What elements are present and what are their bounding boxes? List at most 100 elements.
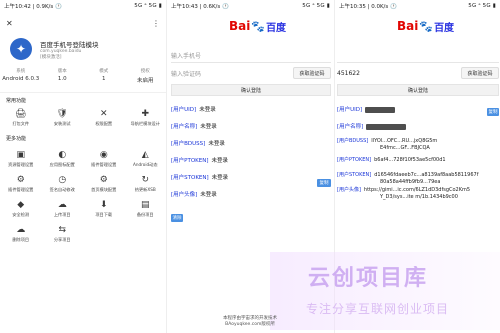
row-stoken: [用户STOKEN] d16546fdaeeb7c...a8139af8aab58… [337,172,479,178]
status-time: 上午10:35 | 0.0K/s 🕐 [339,3,397,10]
app-package: com.yuqkee.baidu [模块激活] [40,49,81,61]
status-bar: 上午10:42 | 0.9K/s 🕐 5G ᵃ 5G ▮ [0,0,166,11]
app-header: ✕ ⋮ [0,11,166,35]
copy-button[interactable]: 复制 [317,179,331,187]
status-time: 上午10:43 | 0.6K/s 🕐 [171,3,229,10]
close-icon[interactable]: ✕ [6,19,13,28]
grid-item-label: 首页模块配置 [91,187,117,192]
get-code-button[interactable]: 获取验证码 [461,67,499,79]
stat-system: 系统 Android 6.0.3 [2,69,40,82]
row-name: [用户名称] [337,122,409,130]
grid-item-label: 打包文件 [12,121,30,126]
grid-item-label: 安全检测 [12,212,30,217]
copy-button[interactable]: 复制 [487,108,499,116]
history-icon: ◷ [58,174,67,185]
baidu-logo: Bai 🐾 百度 [229,19,287,34]
status-bar: 上午10:35 | 0.0K/s 🕐 5G ᵃ 5G ▮ [335,0,500,11]
grid-item[interactable]: ☁ 删除项目 [0,224,42,249]
gear-icon: ⚙ [99,174,108,185]
more-grid: ▣ 资源管理设置 ◐ 应用图标配置 ◉ 插件管理设置 ◭ Android动态 ⚙ 插件管理设置 ◷ 签… [0,149,166,249]
row-bduss: [用户BDUSS] 未登录 [171,141,225,147]
more-icon[interactable]: ⋮ [152,19,160,28]
common-grid: 🖨 打包文件 🛡 安装测试 ✕ 权限配置 ✚ 导航栏模块设计 [0,108,166,133]
grid-item[interactable]: ↻ 热更新XSB [125,174,167,199]
clear-button[interactable]: 清除 [171,214,183,222]
redacted-value [365,106,396,113]
footer: 本程序由宇宙求的开发技术 BAoyuqkee.com版权所 [166,316,334,328]
tools-icon: ✕ [99,108,108,119]
grid-item[interactable]: 🛡 安装测试 [42,108,84,133]
status-time: 上午10:42 | 0.9K/s 🕐 [4,3,62,10]
grid-item[interactable]: ◉ 插件管理设置 [83,149,125,174]
grid-item-label: 删除项目 [12,237,30,242]
grid-item-label: 热更新XSB [134,187,156,192]
section-common: 常用功能 [6,98,27,104]
download-icon: ⬇ [99,199,108,210]
phone-input[interactable]: 输入手机号 [171,49,331,63]
row-bduss-cont: E4fmc...GF...FBJCQA [380,145,430,151]
grid-item-label: 资源管理设置 [8,162,34,167]
module-info-panel: 上午10:42 | 0.9K/s 🕐 5G ᵃ 5G ▮ ✕ ⋮ ✦ 百度手机号… [0,0,166,333]
refresh-icon: ↻ [141,174,150,185]
get-code-button[interactable]: 获取验证码 [293,67,331,79]
gamepad-icon: ◉ [99,149,108,160]
grid-item-label: 分享项目 [53,237,71,242]
login-button[interactable]: 确认登陆 [171,84,331,96]
row-avatar: [用户头像] https://gimi...ic.com/6LZ1dD3dfsgC… [337,187,471,193]
print-icon: 🖨 [15,108,27,119]
row-avatar-cont: Y_D3/sys...ite m/1b.1434b9c00 [380,194,458,200]
grid-item-label: 项目下载 [95,212,113,217]
shield-icon: 🛡 [56,108,68,119]
stat-version: 版本 1.0 [57,69,67,82]
grid-item[interactable]: ◷ 签名自动修改 [42,174,84,199]
row-ptoken: [用户PTOKEN] 未登录 [171,158,229,164]
grid-item-label: 备份项目 [136,212,154,217]
puzzle-icon: ✚ [141,108,150,119]
grid-item[interactable]: 🖨 打包文件 [0,108,42,133]
security-icon: ◆ [17,199,25,210]
stat-mode: 模式 1 [99,69,109,82]
grid-item[interactable]: ✚ 导航栏模块设计 [125,108,167,133]
grid-item[interactable]: ◆ 安全检测 [0,199,42,224]
code-input[interactable]: 输入验证码 [171,66,291,80]
grid-item[interactable]: ⇆ 分享项目 [42,224,84,249]
status-signal: 5G ᵃ 5G ▮ [302,2,330,9]
row-stoken: [用户STOKEN] 未登录 [171,175,229,181]
grid-item[interactable]: ▣ 资源管理设置 [0,149,42,174]
module-status: [模块激活] [40,55,62,60]
share-icon: ⇆ [58,224,67,235]
settings-icon: ⚙ [16,174,25,185]
cloud-icon: ☁ [16,224,26,235]
row-bduss: [用户BDUSS] IlYOl...OFC...RU...jxQ8G5m [337,138,438,144]
watermark-title: 云创项目库 [308,266,429,291]
row-name: [用户名称] 未登录 [171,124,217,130]
redacted-value [366,123,407,130]
grid-item[interactable]: ◭ Android动态 [125,149,167,174]
grid-item-label: 权限配置 [95,121,113,126]
baidu-logo: Bai 🐾 百度 [397,19,455,34]
footer-line: BAoyuqkee.com版权所 [225,322,275,327]
grid-item-label: 插件管理设置 [91,162,117,167]
grid-item[interactable]: ◐ 应用图标配置 [42,149,84,174]
phone-input[interactable] [337,49,499,63]
grid-item[interactable]: ✕ 权限配置 [83,108,125,133]
grid-item-label: 插件管理设置 [8,187,34,192]
grid-item[interactable]: ⚙ 插件管理设置 [0,174,42,199]
palette-icon: ◐ [58,149,67,160]
login-button[interactable]: 确认登陆 [337,84,499,96]
section-more: 更多功能 [6,136,27,142]
grid-item[interactable]: ☁ 上传项目 [42,199,84,224]
status-signal: 5G ᵃ 5G ▮ [468,2,496,9]
status-bar: 上午10:43 | 0.6K/s 🕐 5G ᵃ 5G ▮ [167,0,334,11]
grid-item-label: 应用图标配置 [49,162,75,167]
row-avatar: [用户头像] 未登录 [171,192,217,198]
watermark-subtitle: 专注分享互联网创业项目 [306,302,450,316]
code-input[interactable]: 451622 [337,66,459,80]
status-signal: 5G ᵃ 5G ▮ [134,2,162,9]
stats-row: 系统 Android 6.0.3 版本 1.0 模式 1 授权 未启用 [0,68,166,84]
grid-item[interactable]: ▤ 备份项目 [125,199,167,224]
row-stoken-cont: 80a58a44ffb9fb9...79ea [380,179,441,185]
app-name: 百度手机号登陆模块 [40,41,99,49]
grid-item[interactable]: ⬇ 项目下载 [83,199,125,224]
grid-item[interactable]: ⚙ 首页模块配置 [83,174,125,199]
